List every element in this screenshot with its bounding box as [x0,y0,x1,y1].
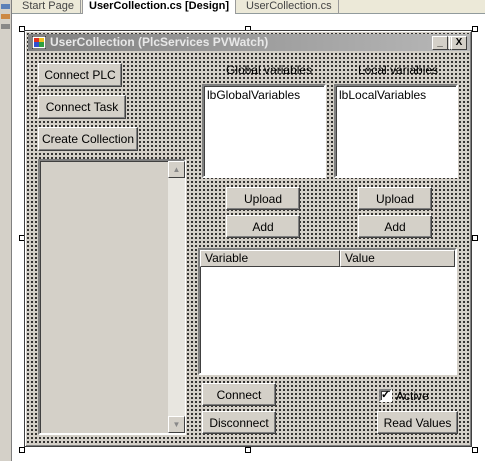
form-title-bar[interactable]: UserCollection (PlcServices PVWatch) _ _… [28,34,470,51]
toolstrip-tab-icon[interactable] [1,24,10,29]
close-button[interactable]: X [451,36,467,50]
upload-global-button[interactable]: Upload [226,187,300,210]
resize-handle-top-right[interactable] [472,26,478,32]
tab-usercollection-design[interactable]: UserCollection.cs [Design] [82,0,236,14]
resize-handle-bottom-right[interactable] [472,447,478,453]
resize-handle-bottom[interactable] [245,447,251,453]
ide-left-toolstrip [0,0,12,461]
scroll-up-icon[interactable]: ▲ [168,161,185,178]
tab-usercollection-code[interactable]: UserCollection.cs [240,0,339,14]
toolbox-icon[interactable] [1,4,10,9]
local-listbox-name: lbLocalVariables [339,88,427,102]
column-header-value[interactable]: Value [340,250,455,267]
global-listbox-name: lbGlobalVariables [207,88,301,102]
upload-local-button[interactable]: Upload [358,187,432,210]
scroll-down-icon[interactable]: ▼ [168,416,185,433]
add-local-button[interactable]: Add [358,215,432,238]
collection-list-scrollbar[interactable]: ▲ ▼ [168,161,185,433]
active-checkbox-label: Active [396,389,429,403]
resize-handle-bottom-left[interactable] [19,447,25,453]
server-explorer-icon[interactable] [1,14,10,19]
connect-button[interactable]: Connect [202,383,276,406]
add-global-button[interactable]: Add [226,215,300,238]
form-icon [32,36,46,49]
read-values-button[interactable]: Read Values [377,411,458,434]
document-tab-strip: Start Page UserCollection.cs [Design] Us… [12,0,485,14]
tab-start-page[interactable]: Start Page [16,0,81,14]
global-variables-listbox[interactable]: lbGlobalVariables [202,84,326,178]
local-variables-listbox[interactable]: lbLocalVariables [334,84,458,178]
local-variables-label: Local variables [358,63,439,77]
disconnect-button[interactable]: Disconnect [202,411,276,434]
active-checkbox[interactable]: ✓ [379,389,392,402]
connect-plc-button[interactable]: Connect PLC [38,63,122,87]
resize-handle-right[interactable] [472,235,478,241]
values-listview[interactable]: Variable Value [198,248,457,375]
connect-task-button[interactable]: Connect Task [38,95,126,119]
form-title: UserCollection (PlcServices PVWatch) [50,35,269,49]
global-variables-label: Global variables [226,63,313,77]
collection-list-panel[interactable] [38,159,186,435]
column-header-variable[interactable]: Variable [200,250,340,267]
minimize-icon[interactable]: _ [432,36,448,50]
create-collection-button[interactable]: Create Collection [38,127,138,151]
